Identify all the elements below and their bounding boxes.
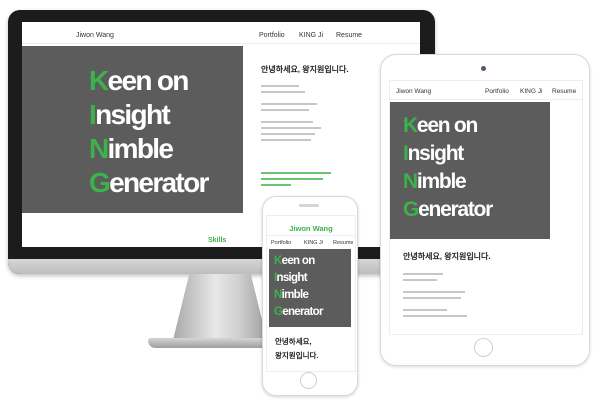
tablet-hero-line-insight: Insight [403,142,464,165]
phone-nav-portfolio[interactable]: Portfolio [271,240,291,246]
phone-hero-line-keen: Keen on [274,255,315,267]
phone-screen: Jiwon Wang Portfolio KING Ji Resume Keen… [266,215,356,372]
phone-nav-resume[interactable]: Resume [333,240,353,246]
tablet-hero-line-keen: Keen on [403,114,478,137]
nav-portfolio[interactable]: Portfolio [259,32,285,39]
tablet-nav-resume[interactable]: Resume [552,88,576,95]
hero-line-nimble: Nimble [89,133,174,164]
phone-hero-banner: Keen on Insight Nimble Generator [269,249,351,327]
nav-king-ji[interactable]: KING Ji [299,32,323,39]
hero-line-keen: Keen on [89,65,189,96]
phone-hero-line-nimble: Nimble [274,289,309,301]
tablet-nav-king-ji[interactable]: KING Ji [520,88,542,95]
tablet-site-brand[interactable]: Jiwon Wang [396,88,431,95]
phone-hero-line-insight: Insight [274,272,308,284]
phone-site-brand[interactable]: Jiwon Wang [267,224,355,233]
tablet-hero-banner: Keen on Insight Nimble Generator [390,102,550,239]
site-brand[interactable]: Jiwon Wang [76,32,114,39]
tablet-intro-text-block [403,273,473,321]
tablet-screen: Jiwon Wang Portfolio KING Ji Resume Keen… [389,80,583,335]
tablet-hero-line-nimble: Nimble [403,170,467,193]
phone-greeting-line-1: 안녕하세요, [275,337,312,346]
monitor-stand [172,274,268,344]
header-divider [22,43,420,44]
tablet-hero-line-generator: Generator [403,198,493,221]
tablet-camera-icon [481,66,486,71]
tablet-nav-portfolio[interactable]: Portfolio [485,88,509,95]
nav-resume[interactable]: Resume [336,32,362,39]
monitor-chin [8,259,435,274]
desktop-site-header: Jiwon Wang Portfolio KING Ji Resume [22,22,420,48]
hero-line-generator: Generator [89,167,209,198]
tablet-greeting: 안녕하세요, 왕지원입니다. [403,252,491,261]
tablet-home-button [474,338,493,357]
phone-speaker [299,204,319,207]
phone-home-button [300,372,317,389]
desktop-screen: Jiwon Wang Portfolio KING Ji Resume Keen… [22,22,420,247]
intro-text-block [261,85,321,145]
skills-label[interactable]: Skills [208,237,226,244]
phone-greeting-line-2: 왕지원입니다. [275,351,319,360]
phone-nav-king-ji[interactable]: KING Ji [304,240,323,246]
desktop-greeting: 안녕하세요, 왕지원입니다. [261,65,349,74]
phone-brand-divider [267,235,355,236]
phone-hero-line-generator: Generator [274,306,323,318]
intro-quote-block [261,172,331,190]
tablet-header-divider [390,99,582,100]
hero-banner: Keen on Insight Nimble Generator [22,46,243,213]
hero-line-insight: Insight [89,99,171,130]
